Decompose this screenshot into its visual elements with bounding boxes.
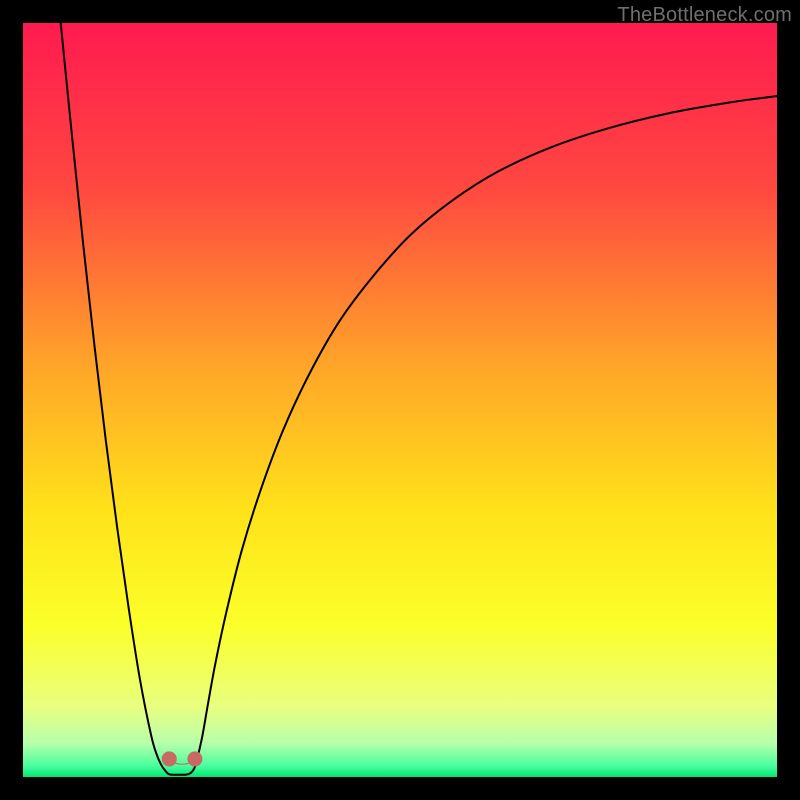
chart-curve-layer: [23, 23, 777, 777]
bottleneck-curve: [61, 23, 777, 775]
plot-area: [23, 23, 777, 777]
min-marker-left: [162, 751, 177, 766]
chart-frame: TheBottleneck.com: [0, 0, 800, 800]
watermark-text: TheBottleneck.com: [617, 4, 792, 27]
min-marker-right: [187, 751, 202, 766]
